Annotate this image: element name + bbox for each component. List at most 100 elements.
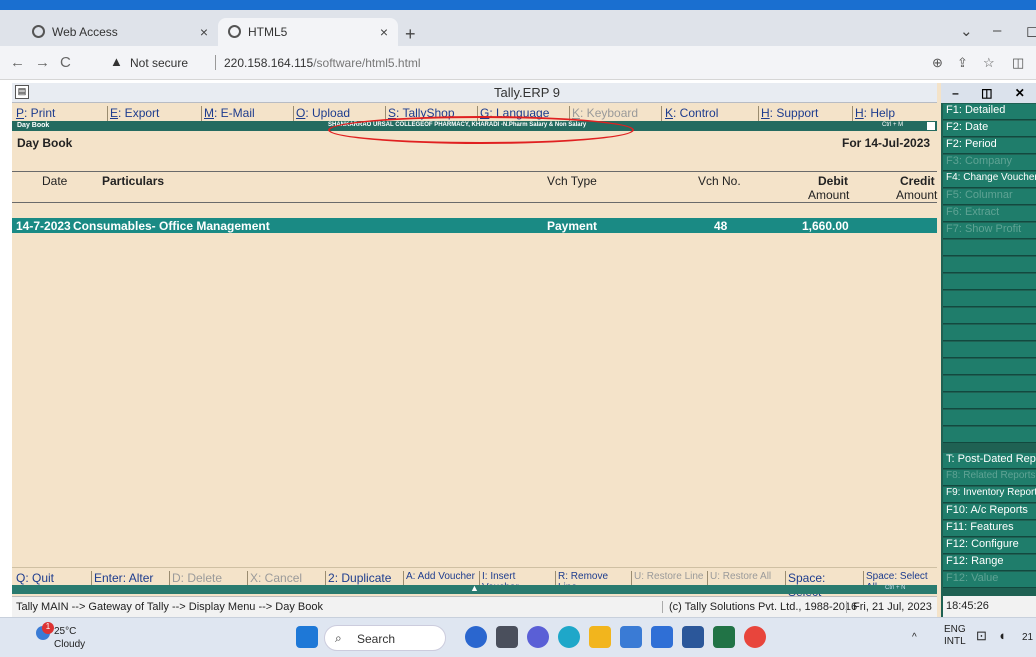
insert-voucher-button[interactable]: I: Insert Voucher bbox=[482, 571, 556, 593]
chevron-down-icon[interactable]: ⌄ bbox=[960, 22, 973, 40]
window-controls: – ◫ ✕ bbox=[941, 83, 1036, 103]
close-icon[interactable]: × bbox=[380, 24, 388, 40]
empty-slot bbox=[943, 376, 1036, 392]
forward-arrow-icon[interactable]: → bbox=[35, 54, 50, 71]
search-box[interactable]: ⌕ Search bbox=[324, 625, 446, 651]
empty-slot bbox=[943, 257, 1036, 273]
divider bbox=[215, 55, 216, 70]
menu-keyboard[interactable]: K: Keyboard bbox=[572, 106, 662, 121]
menu-control-centre[interactable]: K: Control Centre bbox=[665, 106, 759, 134]
chat-icon[interactable] bbox=[527, 626, 549, 648]
chrome-icon[interactable] bbox=[744, 626, 766, 648]
f12-range-button[interactable]: F12: Range bbox=[943, 555, 1036, 571]
f7-show-profit-button[interactable]: F7: Show Profit bbox=[943, 223, 1036, 239]
new-tab-button[interactable]: + bbox=[405, 24, 416, 45]
tally-titlebar: ▤ Tally.ERP 9 bbox=[12, 83, 937, 103]
cancel-button[interactable]: X: Cancel bbox=[250, 571, 326, 585]
annotation-oval bbox=[328, 116, 634, 144]
select-button[interactable]: Space: Select bbox=[788, 571, 864, 599]
star-icon[interactable]: ☆ bbox=[983, 55, 995, 71]
f5-columnar-button[interactable]: F5: Columnar bbox=[943, 189, 1036, 205]
breadcrumb: Tally MAIN --> Gateway of Tally --> Disp… bbox=[16, 601, 323, 613]
menu-email[interactable]: M: E-Mail bbox=[204, 106, 294, 121]
menu-upload[interactable]: O: Upload bbox=[296, 106, 386, 121]
bottom-band: ▲ Ctrl + N bbox=[12, 583, 937, 594]
remove-line-button[interactable]: R: Remove Line bbox=[558, 571, 632, 593]
f12-configure-button[interactable]: F12: Configure bbox=[943, 538, 1036, 554]
edge-icon[interactable] bbox=[558, 626, 580, 648]
side-panel-icon[interactable]: ◫ bbox=[1012, 55, 1024, 71]
f2-period-button[interactable]: F2: Period bbox=[943, 138, 1036, 154]
empty-slot bbox=[943, 359, 1036, 375]
report-period: For 14-Jul-2023 bbox=[842, 136, 931, 150]
menu-help[interactable]: H: Help bbox=[855, 106, 935, 121]
empty-slot bbox=[943, 393, 1036, 409]
menu-export[interactable]: E: Export bbox=[110, 106, 202, 121]
f10-ac-reports-button[interactable]: F10: A/c Reports bbox=[943, 504, 1036, 520]
close-icon[interactable]: ✕ bbox=[1015, 86, 1025, 100]
f3-company-button[interactable]: F3: Company bbox=[943, 155, 1036, 171]
word-icon[interactable] bbox=[682, 626, 704, 648]
tally-app-icon[interactable]: ▤ bbox=[15, 85, 29, 99]
empty-slot bbox=[943, 240, 1036, 256]
f9-inventory-reports-button[interactable]: F9: Inventory Reports bbox=[943, 487, 1036, 503]
bottom-shortcut: Ctrl + N bbox=[885, 585, 906, 591]
f12-value-button[interactable]: F12: Value bbox=[943, 572, 1036, 588]
windows-start-icon[interactable] bbox=[296, 626, 318, 648]
store-icon[interactable] bbox=[620, 626, 642, 648]
alter-button[interactable]: Enter: Alter bbox=[94, 571, 170, 585]
col-particulars: Particulars bbox=[102, 174, 165, 188]
restore-icon[interactable]: ◫ bbox=[981, 86, 992, 100]
minimize-icon[interactable]: – bbox=[993, 22, 1001, 39]
scroll-up-icon[interactable]: ▲ bbox=[470, 583, 479, 593]
chevron-up-icon[interactable]: ^ bbox=[912, 632, 917, 643]
clock[interactable]: 21 bbox=[1022, 632, 1033, 643]
reload-icon[interactable]: C bbox=[60, 54, 71, 71]
language-code[interactable]: ENG bbox=[944, 624, 966, 635]
back-arrow-icon[interactable]: ← bbox=[10, 54, 25, 71]
minimize-icon[interactable]: – bbox=[952, 86, 959, 100]
band-report-name: Day Book bbox=[17, 122, 50, 129]
f1-detailed-button[interactable]: F1: Detailed bbox=[943, 104, 1036, 120]
restore-all-button[interactable]: U: Restore All bbox=[710, 571, 786, 585]
duplicate-button[interactable]: 2: Duplicate bbox=[328, 571, 404, 585]
share-icon[interactable]: ⇪ bbox=[957, 55, 968, 71]
url-field[interactable]: ▲ Not secure 220.158.164.115/software/ht… bbox=[104, 51, 926, 75]
close-icon[interactable]: × bbox=[200, 24, 208, 40]
restore-icon[interactable]: ◻ bbox=[1026, 22, 1036, 40]
mail-icon[interactable] bbox=[651, 626, 673, 648]
f11-features-button[interactable]: F11: Features bbox=[943, 521, 1036, 537]
f8-related-reports-button[interactable]: F8: Related Reports bbox=[943, 470, 1036, 486]
f6-extract-button[interactable]: F6: Extract bbox=[943, 206, 1036, 222]
network-icon[interactable]: ⊡ bbox=[976, 628, 987, 644]
zoom-icon[interactable]: ⊕ bbox=[932, 55, 943, 71]
f2-date-button[interactable]: F2: Date bbox=[943, 121, 1036, 137]
close-report-icon[interactable] bbox=[927, 122, 935, 130]
delete-button[interactable]: D: Delete bbox=[172, 571, 248, 585]
tab-html5[interactable]: HTML5 × bbox=[218, 18, 398, 46]
f4-change-voucher-button[interactable]: F4: Change Voucher bbox=[943, 172, 1036, 188]
post-dated-report-button[interactable]: T: Post-Dated Rep bbox=[943, 453, 1036, 469]
url-path: /software/html5.html bbox=[313, 56, 421, 70]
table-row[interactable]: 14-7-2023 Consumables- Office Management… bbox=[12, 218, 937, 233]
add-voucher-button[interactable]: A: Add Voucher bbox=[406, 571, 480, 585]
browser-tabstrip: Web Access × HTML5 × + ⌄ – ◻ bbox=[0, 10, 1036, 46]
restore-line-button[interactable]: U: Restore Line bbox=[634, 571, 708, 585]
select-all-button[interactable]: Space: Select All bbox=[866, 571, 936, 593]
search-placeholder: Search bbox=[357, 632, 396, 646]
file-explorer-icon[interactable] bbox=[589, 626, 611, 648]
url-host: 220.158.164.115 bbox=[224, 56, 314, 70]
menu-print[interactable]: P: Print bbox=[16, 106, 108, 121]
tab-web-access[interactable]: Web Access × bbox=[22, 18, 218, 46]
menu-support-centre[interactable]: H: Support Centre bbox=[761, 106, 853, 134]
col-vch-no: Vch No. bbox=[698, 174, 741, 188]
volume-icon[interactable]: ◖ bbox=[998, 628, 1006, 643]
empty-slot bbox=[943, 342, 1036, 358]
quit-button[interactable]: Q: Quit bbox=[16, 571, 92, 585]
bing-icon[interactable] bbox=[465, 626, 487, 648]
taskbar: 1 25°C Cloudy ⌕ Search ^ ENG INTL ⊡ ◖ 21 bbox=[0, 617, 1036, 657]
notification-badge: 1 bbox=[42, 622, 54, 634]
excel-icon[interactable] bbox=[713, 626, 735, 648]
language-layout[interactable]: INTL bbox=[944, 636, 966, 647]
task-view-icon[interactable] bbox=[496, 626, 518, 648]
